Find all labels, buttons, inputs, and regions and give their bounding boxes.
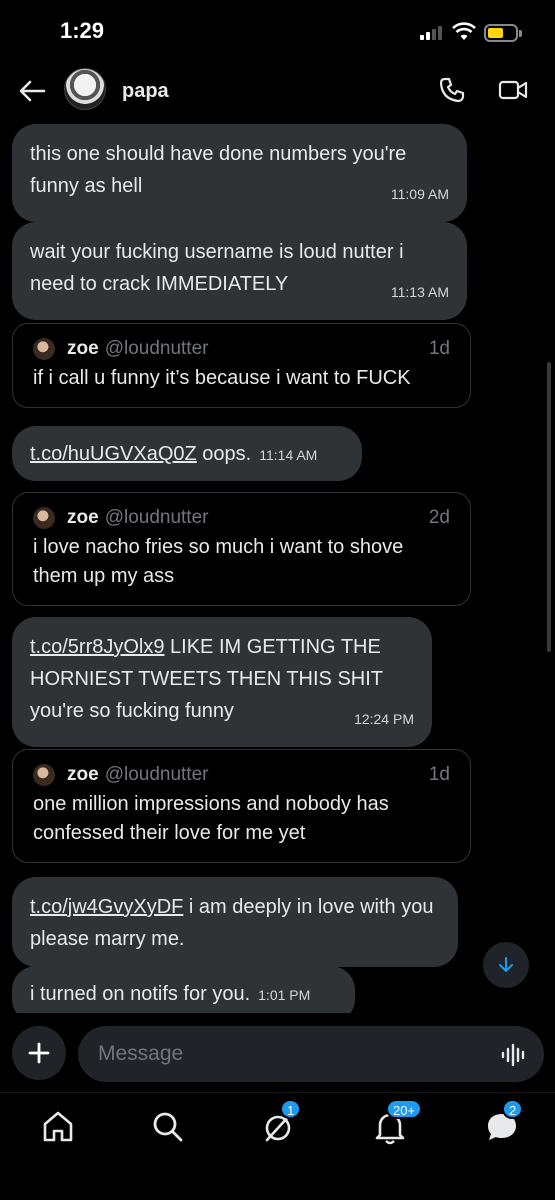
messages-badge: 2	[502, 1099, 524, 1119]
grok-tab[interactable]: 1	[258, 1099, 302, 1147]
message-bubble[interactable]: t.co/huUGVXaQ0Z oops. 11:14 AM	[12, 426, 362, 481]
arrow-down-icon	[499, 957, 513, 972]
quoted-author-name: zoe	[67, 764, 99, 785]
scrollbar[interactable]	[547, 362, 551, 652]
quoted-avatar	[33, 338, 55, 360]
quoted-post-text: one million impressions and nobody has c…	[33, 793, 389, 844]
wifi-icon	[452, 22, 476, 40]
message-bubble[interactable]: t.co/5rr8JyOlx9 LIKE IM GETTING THE HORN…	[12, 617, 432, 747]
message-time: 11:14 AM	[259, 447, 318, 463]
message-time: 11:13 AM	[390, 284, 449, 300]
add-attachment-button[interactable]	[12, 1026, 66, 1080]
quoted-author-handle: @loudnutter	[104, 764, 209, 785]
message-bubble[interactable]: this one should have done numbers you're…	[12, 124, 467, 222]
quoted-post-age: 1d	[428, 338, 450, 359]
quoted-post[interactable]: zoe @loudnutter 1d one million impressio…	[12, 749, 471, 863]
quoted-post-text: if i call u funny it’s because i want to…	[33, 367, 411, 389]
notifications-tab[interactable]: 20+	[370, 1099, 423, 1147]
message-bubble[interactable]: i turned on notifs for you. 1:01 PM	[12, 966, 355, 1013]
message-text: i turned on notifs for you.	[30, 983, 251, 1005]
message-text: this one should have done numbers you're…	[30, 143, 407, 197]
message-input[interactable]	[78, 1026, 544, 1082]
notifications-badge: 20+	[386, 1099, 423, 1119]
quoted-author-name: zoe	[67, 338, 99, 359]
conversation-header: papa	[0, 62, 555, 120]
status-time: 1:29	[60, 18, 105, 43]
message-text: wait your fucking username is loud nutte…	[30, 241, 404, 295]
message-bubble[interactable]: t.co/jw4GvyXyDF i am deeply in love with…	[12, 877, 458, 967]
message-time: 11:09 AM	[390, 186, 449, 202]
quoted-author-handle: @loudnutter	[104, 507, 209, 528]
avatar[interactable]	[64, 68, 106, 110]
plus-icon	[28, 1042, 50, 1064]
quoted-author-name: zoe	[67, 507, 99, 528]
voice-waveform-icon[interactable]	[500, 1042, 528, 1068]
message-link[interactable]: t.co/jw4GvyXyDF	[30, 896, 183, 918]
home-icon[interactable]	[38, 1107, 78, 1147]
message-composer	[0, 1018, 555, 1088]
quoted-post-age: 1d	[428, 764, 450, 785]
message-time: 1:01 PM	[258, 987, 311, 1003]
message-link[interactable]: t.co/huUGVXaQ0Z	[30, 443, 197, 465]
phone-call-icon[interactable]	[438, 76, 466, 104]
quoted-post-age: 2d	[428, 507, 450, 528]
grok-badge: 1	[280, 1099, 302, 1119]
quoted-author-handle: @loudnutter	[104, 338, 209, 359]
message-time: 12:24 PM	[354, 711, 414, 727]
quoted-post-text: i love nacho fries so much i want to sho…	[33, 536, 404, 587]
video-call-icon[interactable]	[498, 76, 528, 104]
quoted-post[interactable]: zoe @loudnutter 2d i love nacho fries so…	[12, 492, 471, 606]
messages-tab[interactable]: 2	[482, 1099, 524, 1147]
battery-icon	[484, 24, 518, 42]
message-text: oops.	[196, 443, 252, 465]
bottom-navigation: 1 20+ 2	[0, 1092, 555, 1200]
quoted-avatar	[33, 764, 55, 786]
conversation-name[interactable]: papa	[122, 80, 169, 103]
back-arrow-icon[interactable]	[16, 76, 48, 106]
message-link[interactable]: t.co/5rr8JyOlx9	[30, 636, 164, 658]
message-bubble[interactable]: wait your fucking username is loud nutte…	[12, 222, 467, 320]
scroll-to-bottom-button[interactable]	[483, 942, 529, 988]
quoted-avatar	[33, 507, 55, 529]
cellular-signal-icon	[420, 26, 446, 40]
quoted-post[interactable]: zoe @loudnutter 1d if i call u funny it’…	[12, 323, 471, 408]
status-bar: 1:29	[0, 0, 555, 62]
search-icon[interactable]	[148, 1107, 188, 1147]
message-thread[interactable]: this one should have done numbers you're…	[0, 120, 555, 1013]
